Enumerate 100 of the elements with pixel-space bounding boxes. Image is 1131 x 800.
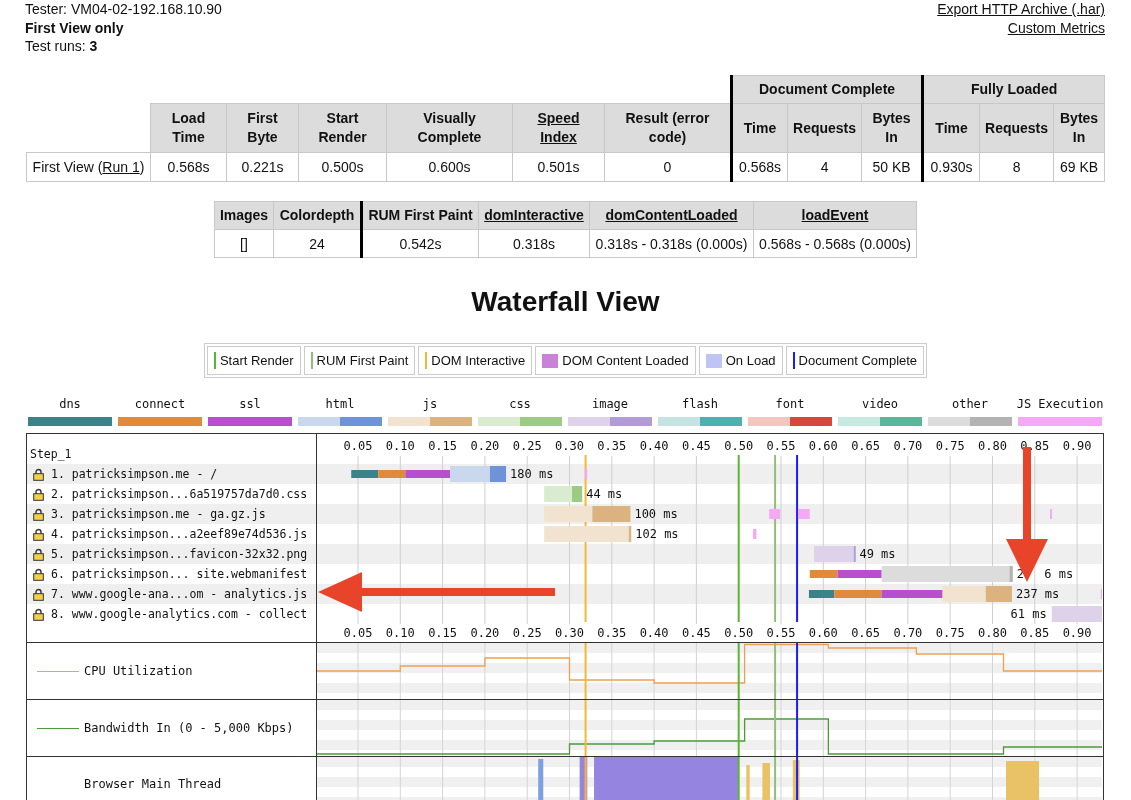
column-header-link[interactable]: domContentLoaded (605, 206, 738, 225)
axis-tick-label: 0.60 (808, 439, 838, 453)
axis-tick-label: 0.50 (724, 439, 754, 453)
table-cell: 0.501s (512, 152, 605, 182)
axis-tick-label: 0.55 (766, 439, 796, 453)
duration-label: 100 ms (634, 507, 678, 521)
table-cell: 0.600s (386, 152, 513, 182)
header-link[interactable]: Export HTTP Archive (.har) (937, 0, 1105, 19)
column-header: Start Render (298, 103, 387, 153)
column-header: Images (214, 201, 274, 230)
axis-tick-label: 0.80 (978, 626, 1007, 640)
request-label[interactable]: 6. patricksimpson... site.webmanifest (51, 567, 308, 581)
duration-label: 102 ms (635, 527, 679, 541)
column-header: Time (731, 103, 788, 153)
axis-tick-label: 0.30 (555, 626, 584, 640)
legend-label: html (325, 397, 355, 411)
axis-tick-label: 0.15 (428, 439, 458, 453)
run-link[interactable]: Run 1 (102, 159, 140, 175)
axis-tick-label: 0.30 (555, 439, 584, 453)
axis-tick-label: 0.55 (766, 626, 796, 640)
graph-label: Browser Main Thread (84, 777, 222, 791)
js-execution-mark (584, 469, 588, 479)
column-header-link[interactable]: Speed Index (527, 109, 590, 147)
legend-label: ssl (239, 397, 261, 411)
axis-tick-label: 0.25 (512, 626, 542, 640)
column-header: Load Time (150, 103, 227, 153)
axis-tick-label: 0.35 (597, 626, 627, 640)
axis-tick-label: 0.75 (935, 439, 965, 453)
graph-label: Bandwidth In (0 - 5,000 Kbps) (84, 721, 294, 735)
column-header: Colordepth (273, 201, 362, 230)
axis-tick-label: 0.05 (343, 626, 373, 640)
column-header-link[interactable]: loadEvent (801, 206, 869, 225)
table-cell: 4 (787, 152, 862, 182)
axis-tick-label: 0.80 (978, 439, 1007, 453)
axis-tick-label: 0.10 (385, 439, 415, 453)
request-label[interactable]: 2. patricksimpson...6a519757da7d0.css (51, 487, 308, 501)
axis-tick-label: 0.05 (343, 439, 373, 453)
js-execution-mark (769, 509, 781, 519)
column-header: Result (error code) (604, 103, 732, 153)
section-title: Waterfall View (470, 285, 661, 319)
column-header-link[interactable]: domInteractive (484, 206, 584, 225)
header-link[interactable]: Custom Metrics (1007, 18, 1105, 37)
timing-bar (1051, 606, 1102, 622)
legend-label: other (951, 397, 989, 411)
table-cell: [] (214, 229, 274, 258)
duration-label: 49 ms (859, 547, 896, 561)
request-label[interactable]: 8. www.google-analytics.com - collect (51, 607, 308, 621)
legend-label: On Load (725, 353, 776, 368)
legend-label: dns (59, 397, 81, 411)
axis-tick-label: 0.25 (512, 439, 542, 453)
axis-tick-label: 0.90 (1062, 439, 1092, 453)
axis-tick-label: 0.65 (851, 626, 881, 640)
legend-label: video (861, 397, 899, 411)
table-cell: 0.318s - 0.318s (0.000s) (589, 229, 754, 258)
table-cell: 0.930s (922, 152, 980, 182)
column-group-header: Document Complete (731, 75, 923, 104)
table-cell: 0.568s (150, 152, 227, 182)
legend-label: DOM Interactive (431, 353, 526, 368)
graph-label: CPU Utilization (84, 664, 193, 678)
column-header: Bytes In (1053, 103, 1105, 153)
table-cell: 0.500s (298, 152, 387, 182)
column-header: Visually Complete (386, 103, 513, 153)
timing-bar (592, 506, 631, 522)
view-label: First View only (25, 18, 124, 37)
column-header: Requests (979, 103, 1054, 153)
duration-label: 61 ms (1010, 607, 1047, 621)
column-header: First Byte (226, 103, 299, 153)
js-execution-mark (753, 529, 757, 539)
step-label: Step_1 (30, 447, 72, 461)
axis-tick-label: 0.20 (470, 626, 500, 640)
duration-label: 44 ms (586, 487, 623, 501)
axis-tick-label: 0.75 (935, 626, 965, 640)
axis-tick-label: 0.15 (428, 626, 458, 640)
duration-label: 180 ms (510, 467, 554, 481)
axis-tick-label: 0.45 (681, 626, 711, 640)
column-header: RUM First Paint (361, 201, 479, 230)
column-header: Requests (787, 103, 862, 153)
legend-label: font (775, 397, 805, 411)
axis-tick-label: 0.45 (681, 439, 711, 453)
axis-tick-label: 0.50 (724, 626, 754, 640)
legend-label: js (422, 397, 438, 411)
table-cell: 0.318s (478, 229, 590, 258)
table-cell: 69 KB (1053, 152, 1105, 182)
test-runs-label: Test runs: 3 (25, 37, 98, 56)
legend-label: Start Render (219, 353, 294, 368)
request-label[interactable]: 4. patricksimpson...a2eef89e74d536.js (51, 527, 308, 541)
js-execution-mark (1050, 509, 1053, 519)
duration-label: 6 ms (1044, 567, 1074, 581)
axis-tick-label: 0.20 (470, 439, 500, 453)
row-label: First View (Run 1) (26, 152, 151, 182)
axis-tick-label: 0.70 (893, 439, 923, 453)
table-cell: 0.221s (226, 152, 299, 182)
legend-label: RUM First Paint (316, 353, 409, 368)
js-execution-mark (1100, 589, 1102, 599)
axis-tick-label: 0.10 (385, 626, 415, 640)
axis-tick-label: 0.40 (639, 439, 669, 453)
legend-label: JS Execution (1016, 397, 1104, 411)
table-cell: 0.568s - 0.568s (0.000s) (753, 229, 917, 258)
legend-label: flash (681, 397, 719, 411)
axis-tick-label: 0.35 (597, 439, 627, 453)
